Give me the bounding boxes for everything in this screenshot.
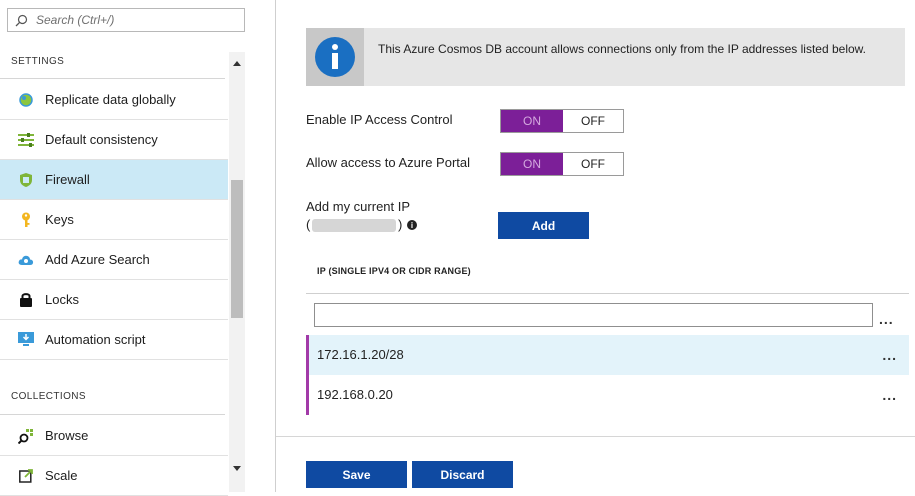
- search-input[interactable]: [34, 12, 238, 28]
- collections-menu: Browse Scale: [0, 416, 228, 496]
- divider: [0, 414, 225, 415]
- menu-item-label: Add Azure Search: [45, 252, 150, 267]
- scrollbar-thumb[interactable]: [231, 180, 243, 318]
- add-current-ip-label: Add my current IP: [306, 199, 411, 214]
- lock-icon: [17, 291, 35, 309]
- scale-icon: [17, 467, 35, 485]
- scroll-up-arrow-icon[interactable]: [229, 56, 245, 70]
- more-options-icon[interactable]: ...: [882, 387, 897, 403]
- info-banner: This Azure Cosmos DB account allows conn…: [306, 28, 905, 86]
- menu-item-label: Browse: [45, 428, 89, 443]
- globe-icon: [17, 91, 35, 109]
- collections-heading: COLLECTIONS: [11, 391, 86, 402]
- scrollbar[interactable]: [229, 52, 245, 492]
- toggle-off-option[interactable]: OFF: [563, 110, 623, 132]
- current-ip-redacted: [312, 219, 396, 232]
- info-circle-icon[interactable]: i: [407, 220, 417, 230]
- sliders-icon: [17, 131, 35, 149]
- menu-item-add-azure-search[interactable]: Add Azure Search: [0, 240, 228, 280]
- ip-row[interactable]: 192.168.0.20 ...: [306, 375, 909, 415]
- toggle-off-option[interactable]: OFF: [563, 153, 623, 175]
- menu-item-label: Default consistency: [45, 132, 158, 147]
- menu-item-scale[interactable]: Scale: [0, 456, 228, 496]
- add-ip-button[interactable]: Add: [498, 212, 589, 239]
- menu-item-label: Automation script: [45, 332, 146, 347]
- menu-item-label: Locks: [45, 292, 79, 307]
- monitor-download-icon: [17, 331, 35, 349]
- search-box[interactable]: [7, 8, 245, 32]
- settings-blade: SETTINGS Replicate data globally Default…: [0, 0, 252, 496]
- ip-access-control-toggle[interactable]: ON OFF: [500, 109, 624, 133]
- toggle-on-option[interactable]: ON: [501, 153, 563, 175]
- azure-portal-access-toggle[interactable]: ON OFF: [500, 152, 624, 176]
- menu-item-browse[interactable]: Browse: [0, 416, 228, 456]
- toggle-on-option[interactable]: ON: [501, 110, 563, 132]
- divider: [306, 293, 909, 294]
- ip-access-control-label: Enable IP Access Control: [306, 112, 453, 127]
- ip-column-header: IP (SINGLE IPV4 OR CIDR RANGE): [317, 266, 471, 276]
- settings-menu: Replicate data globally Default consiste…: [0, 80, 228, 360]
- menu-item-automation-script[interactable]: Automation script: [0, 320, 228, 360]
- ip-value: 192.168.0.20: [317, 387, 393, 402]
- menu-item-locks[interactable]: Locks: [0, 280, 228, 320]
- scroll-down-arrow-icon[interactable]: [229, 461, 245, 475]
- ip-value: 172.16.1.20/28: [317, 347, 404, 362]
- more-options-icon[interactable]: ...: [882, 347, 897, 363]
- ip-paren-open: (: [306, 217, 311, 232]
- save-button[interactable]: Save: [306, 461, 407, 488]
- cloud-icon: [17, 251, 35, 269]
- menu-item-label: Keys: [45, 212, 74, 227]
- menu-item-replicate-data-globally[interactable]: Replicate data globally: [0, 80, 228, 120]
- browse-icon: [17, 427, 35, 445]
- divider: [276, 436, 915, 437]
- discard-button[interactable]: Discard: [412, 461, 513, 488]
- key-icon: [17, 211, 35, 229]
- ip-row[interactable]: 172.16.1.20/28 ...: [306, 335, 909, 375]
- info-banner-text: This Azure Cosmos DB account allows conn…: [378, 42, 867, 56]
- menu-item-firewall[interactable]: Firewall: [0, 160, 228, 200]
- settings-heading: SETTINGS: [11, 56, 65, 67]
- menu-item-label: Firewall: [45, 172, 90, 187]
- menu-item-label: Scale: [45, 468, 78, 483]
- ip-paren-close: ): [398, 217, 403, 232]
- shield-icon: [17, 171, 35, 189]
- blade-divider: [275, 0, 276, 492]
- more-options-icon[interactable]: ...: [879, 311, 894, 327]
- menu-item-default-consistency[interactable]: Default consistency: [0, 120, 228, 160]
- new-ip-input[interactable]: [314, 303, 873, 327]
- menu-item-keys[interactable]: Keys: [0, 200, 228, 240]
- info-icon: [306, 28, 364, 86]
- menu-item-label: Replicate data globally: [45, 92, 176, 107]
- divider: [0, 78, 225, 79]
- azure-portal-access-label: Allow access to Azure Portal: [306, 155, 471, 170]
- search-icon: [15, 14, 28, 26]
